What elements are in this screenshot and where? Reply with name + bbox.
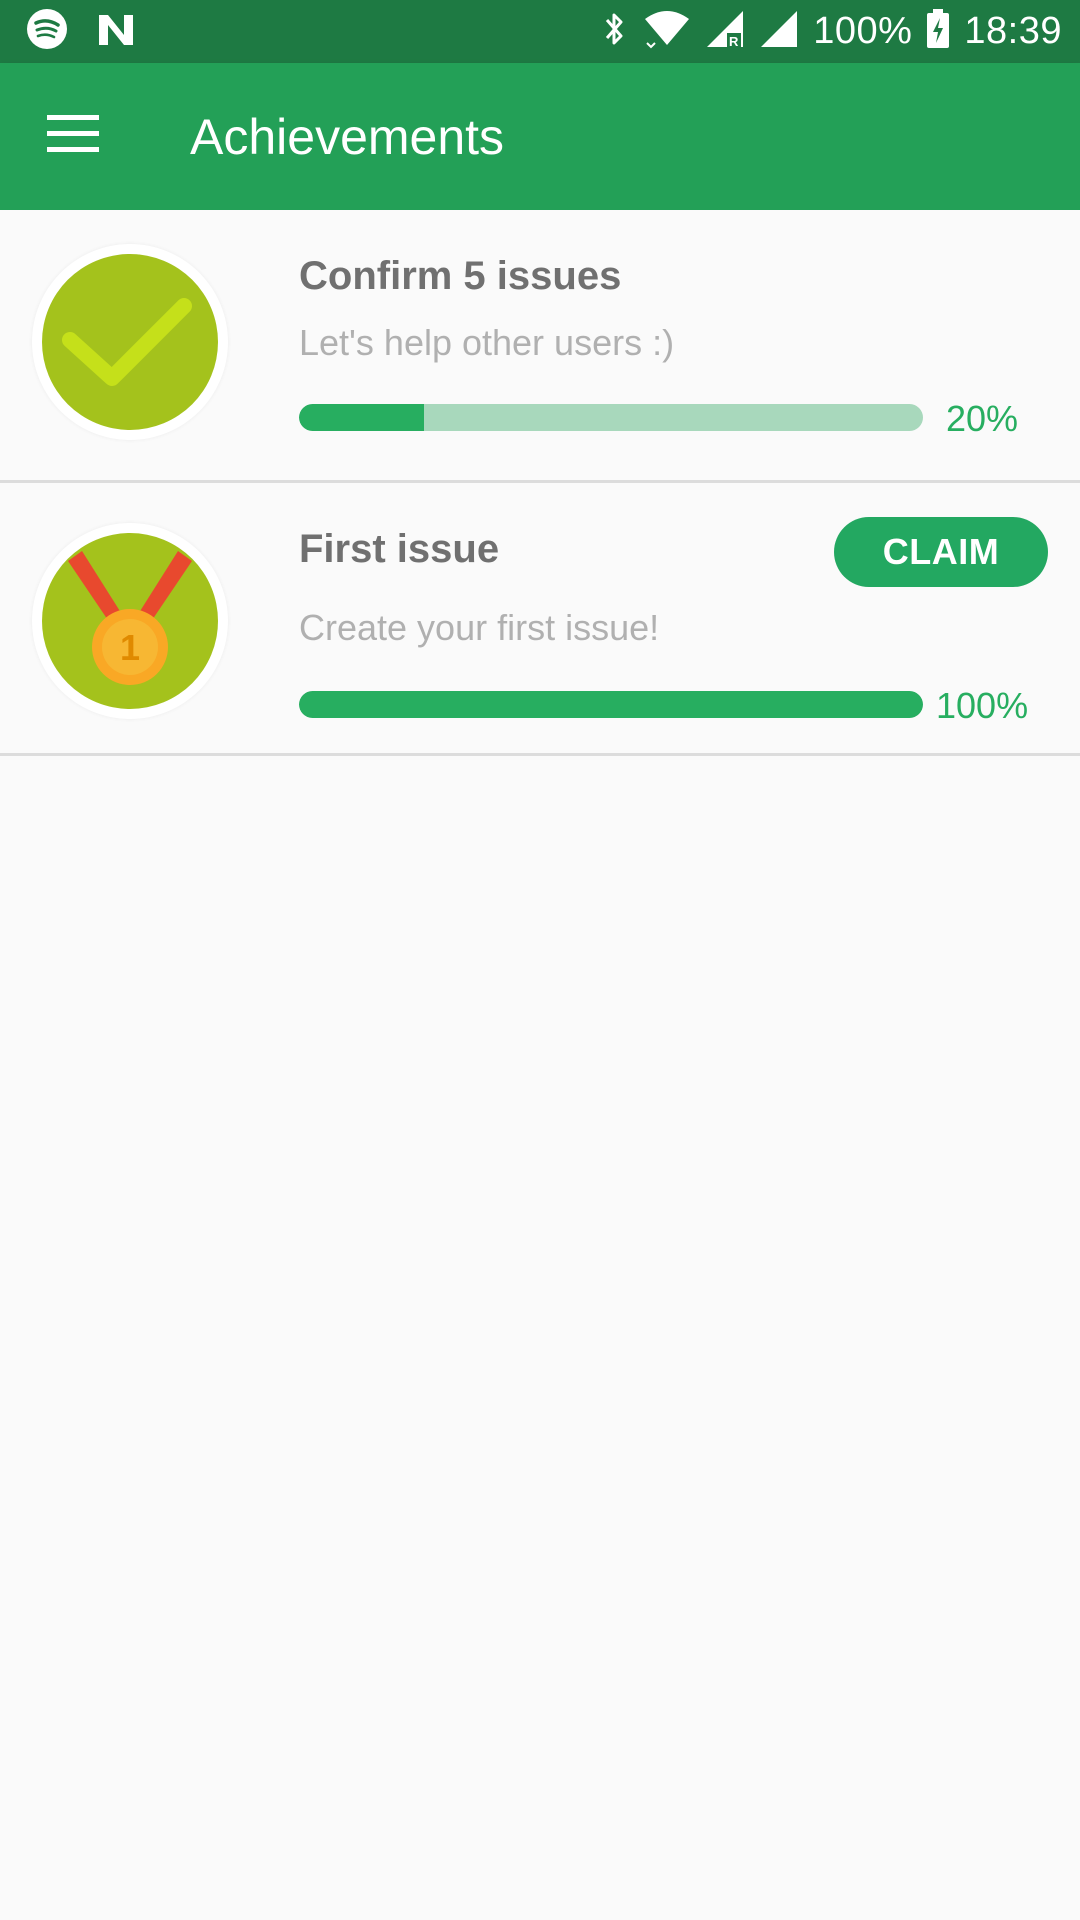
progress-label: 100% [936,685,1029,726]
battery-charging-icon [926,9,950,54]
achievement-title: Confirm 5 issues [299,254,622,298]
medal-badge-icon: 1 [32,523,228,719]
spotify-icon [26,8,68,55]
page-title: Achievements [190,108,505,165]
achievements-list: Confirm 5 issues Let's help other users … [0,210,1080,756]
medal-number: 1 [120,627,140,668]
checkmark-badge-icon [32,244,228,440]
achievement-subtitle: Create your first issue! [299,607,660,648]
achievement-card[interactable]: 1 First issue CLAIM Create your first is… [0,483,1080,756]
claim-button[interactable]: CLAIM [834,517,1048,587]
battery-percentage: 100% [813,10,913,52]
achievement-card[interactable]: Confirm 5 issues Let's help other users … [0,210,1080,483]
hamburger-menu-icon [47,115,99,158]
cell-signal-icon [759,9,799,54]
achievement-title: First issue [299,527,500,571]
progress-fill [299,691,923,718]
status-left-icons [26,8,164,55]
cell-signal-roaming-icon: R [705,9,745,54]
bluetooth-icon [601,9,629,54]
clock: 18:39 [964,10,1062,52]
svg-text:R: R [729,34,739,49]
wifi-icon [643,9,691,54]
progress-bar [299,691,923,718]
progress-bar [299,404,923,431]
n-notification-icon [96,11,136,52]
status-right-icons: R 100% 18:39 [587,9,1062,54]
achievement-subtitle: Let's help other users :) [299,322,675,363]
menu-button[interactable] [36,100,110,174]
app-bar: Achievements [0,63,1080,210]
progress-fill [299,404,424,431]
status-bar: R 100% 18:39 [0,0,1080,63]
progress-label: 20% [946,398,1019,439]
